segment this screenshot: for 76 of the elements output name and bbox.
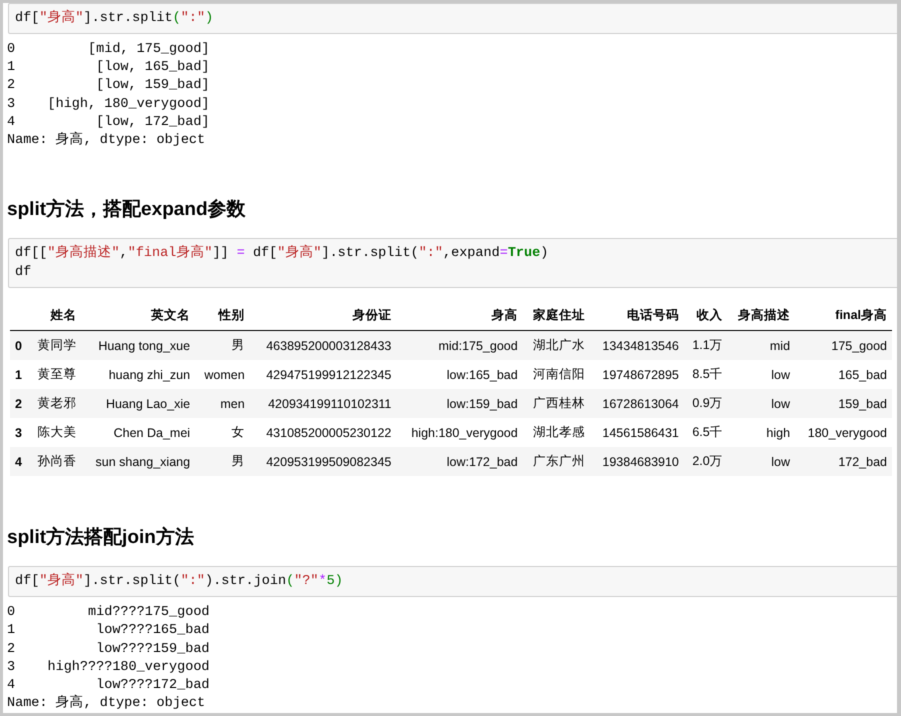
table-cell: 172_bad (795, 447, 892, 476)
table-cell: 420953199509082345 (250, 447, 396, 476)
table-cell: 男 (195, 447, 250, 476)
table-cell: 1.1万 (684, 330, 728, 360)
output-line: 1 [low, 165_bad] (7, 59, 210, 78)
table-cell: low (728, 360, 796, 390)
table-cell: 16728613064 (590, 389, 684, 418)
table-cell: 广东广州 (522, 447, 590, 476)
code-cell[interactable]: df["身高"].str.split(":").str.join("?"*5) (8, 566, 897, 598)
table-cell: sun shang_xiang (82, 447, 196, 476)
table-cell: 黄老邪 (28, 389, 82, 418)
output-line: 3 [high, 180_verygood] (7, 96, 210, 114)
table-cell: Chen Da_mei (82, 418, 196, 448)
table-cell: 2.0万 (684, 447, 728, 476)
row-index: 4 (10, 447, 28, 476)
table-cell: huang zhi_zun (82, 360, 196, 390)
table-cell: 19748672895 (590, 360, 684, 390)
table-cell: 180_verygood (795, 418, 892, 448)
table-cell: low:172_bad (396, 447, 523, 476)
table-cell: 黄至尊 (28, 360, 82, 390)
table-cell: 6.5千 (684, 418, 728, 448)
section-heading: split方法，搭配expand参数 (7, 198, 246, 222)
table-cell: 175_good (795, 330, 892, 360)
table-cell: Huang tong_xue (82, 330, 196, 360)
code-line: df (15, 264, 32, 282)
code-cell[interactable]: df[["身高描述","final身高"]] = df["身高"].str.split(":",expand=True) df (8, 238, 897, 288)
table-cell: high:180_verygood (396, 418, 523, 448)
table-cell: 湖北孝感 (522, 418, 590, 448)
table-cell: mid (728, 330, 796, 360)
table-cell: low:159_bad (396, 389, 523, 418)
table-cell: 广西桂林 (522, 389, 590, 418)
table-cell: 431085200005230122 (250, 418, 396, 448)
table-cell: 14561586431 (590, 418, 684, 448)
table-cell: 河南信阳 (522, 360, 590, 390)
row-index: 2 (10, 389, 28, 418)
output-line: 4 [low, 172_bad] (7, 114, 210, 132)
table-cell: 女 (195, 418, 250, 448)
table-cell: 8.5千 (684, 360, 728, 390)
table-cell: low:165_bad (396, 360, 523, 390)
table-cell: 0.9万 (684, 389, 728, 418)
table-cell: men (195, 389, 250, 418)
code-line: df[["身高描述","final身高"]] = df["身高"].str.split(":",expand=True) (15, 244, 550, 264)
output-line: Name: 身高, dtype: object (7, 695, 206, 713)
row-index: 3 (10, 418, 28, 448)
table-cell: 429475199912122345 (250, 360, 396, 390)
output-line: 1 low????165_bad (7, 622, 210, 640)
output-line: 3 high????180_verygood (7, 658, 210, 677)
table-cell: 男 (195, 330, 250, 360)
output-line: 0 [mid, 175_good] (7, 41, 210, 59)
table-cell: low (728, 389, 796, 418)
code-cell[interactable]: df["身高"].str.split(":") (8, 3, 897, 34)
output-line: 2 low????159_bad (7, 640, 210, 659)
table-cell: 165_bad (795, 360, 892, 390)
table-cell: high (728, 418, 796, 448)
code-line: df["身高"].str.split(":").str.join("?"*5) (15, 572, 344, 592)
output-line: Name: 身高, dtype: object (7, 132, 206, 150)
output-line: 0 mid????175_good (7, 604, 210, 622)
table-cell: 159_bad (795, 389, 892, 418)
code-line: df["身高"].str.split(":") (15, 9, 214, 28)
table-cell: 19384683910 (590, 447, 684, 476)
table-cell: 13434813546 (590, 330, 684, 360)
row-index: 0 (10, 330, 28, 360)
table-cell: 420934199110102311 (250, 389, 396, 418)
table-cell: low (728, 447, 796, 476)
output-line: 2 [low, 159_bad] (7, 77, 210, 96)
table-cell: Huang Lao_xie (82, 389, 196, 418)
table-cell: women (195, 360, 250, 390)
table-cell: 孙尚香 (28, 447, 82, 476)
output-line: 4 low????172_bad (7, 677, 210, 694)
table-cell: 463895200003128433 (250, 330, 396, 360)
section-heading: split方法搭配join方法 (7, 526, 194, 550)
table-cell: mid:175_good (396, 330, 523, 360)
row-index: 1 (10, 360, 28, 390)
table-cell: 陈大美 (28, 418, 82, 448)
table-cell: 湖北广水 (522, 330, 590, 360)
table-cell: 黄同学 (28, 330, 82, 360)
